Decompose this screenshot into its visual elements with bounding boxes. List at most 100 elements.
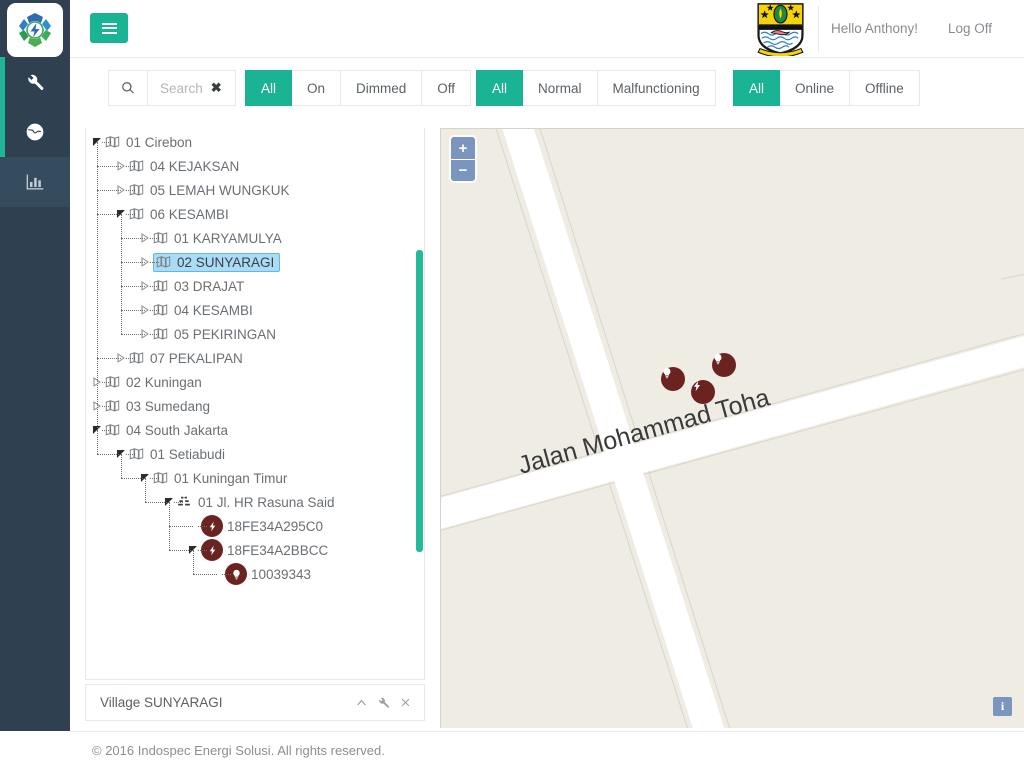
tree-connector: [150, 334, 159, 335]
tree-node-label: 01 Cirebon: [126, 134, 193, 150]
map-zoom-controls: + −: [451, 137, 475, 181]
map-info-button[interactable]: i: [993, 697, 1012, 716]
app-logo[interactable]: [7, 3, 63, 57]
tree-node-content: 01 Setiabudi: [129, 447, 225, 462]
sidebar-item-map[interactable]: [0, 107, 70, 157]
tree-connector: [102, 406, 111, 407]
filter-level-off[interactable]: Off: [422, 70, 472, 106]
tree-node-label: 04 South Jakarta: [126, 422, 229, 438]
filter-conn-all[interactable]: All: [733, 70, 781, 106]
filter-level-on[interactable]: On: [292, 70, 342, 106]
tree-node[interactable]: 03 Sumedang: [86, 394, 424, 418]
log-off-link[interactable]: Log Off: [948, 21, 992, 36]
app-root: Hello Anthony! Log Off Search ✖ All On D…: [0, 0, 1024, 768]
tree-node-label: 01 KARYAMULYA: [174, 230, 282, 246]
filter-conn-online[interactable]: Online: [780, 70, 851, 106]
tree-node[interactable]: 18FE34A295C0: [86, 514, 424, 538]
tree-connector: [121, 334, 145, 335]
lamp-level-filter-group: All On Dimmed Off: [245, 70, 472, 106]
detail-panel-tools: [355, 696, 412, 709]
tree-node[interactable]: 05 LEMAH WUNGKUK: [86, 178, 424, 202]
search-input[interactable]: Search: [160, 81, 203, 96]
chevron-up-icon[interactable]: [355, 696, 368, 709]
tree-connector: [145, 502, 169, 503]
tree-connector: [97, 358, 121, 359]
tree-node-content: 04 KESAMBI: [153, 303, 253, 318]
tree-connector: [121, 310, 145, 311]
tree-scrollbar[interactable]: [416, 250, 423, 552]
globe-icon: [26, 123, 44, 141]
tree-node-label: 04 KEJAKSAN: [150, 158, 240, 174]
tree-connector: [169, 526, 193, 527]
tree-node[interactable]: 04 KEJAKSAN: [86, 154, 424, 178]
tree-connector: [102, 430, 111, 431]
tree-connector: [121, 238, 145, 239]
tree-node[interactable]: 01 Cirebon: [86, 130, 424, 154]
top-header: Hello Anthony! Log Off: [70, 0, 1024, 58]
tree-node-label: 01 Setiabudi: [150, 446, 226, 462]
tree-connector: [150, 478, 159, 479]
filter-health-all[interactable]: All: [476, 70, 524, 106]
page-footer: © 2016 Indospec Energi Solusi. All right…: [70, 731, 1024, 768]
search-button[interactable]: [108, 70, 148, 106]
filter-level-dimmed[interactable]: Dimmed: [341, 70, 423, 106]
filter-health-normal[interactable]: Normal: [523, 70, 598, 106]
tree-node[interactable]: 10039343: [86, 562, 424, 586]
map-canvas: Jalan Mohammad Toha: [441, 129, 1024, 728]
close-icon[interactable]: [399, 696, 412, 709]
left-nav-rail: [0, 0, 70, 731]
tree-connector: [102, 142, 111, 143]
tree-node-content: 05 LEMAH WUNGKUK: [129, 183, 290, 198]
tree-node-content: 07 PEKALIPAN: [129, 351, 243, 366]
tree-node-label: 05 PEKIRINGAN: [174, 326, 277, 342]
tree-connector: [169, 550, 193, 551]
tree-connector: [126, 190, 135, 191]
lamp-device-icon: [663, 368, 671, 379]
tree-connector: [145, 478, 146, 502]
tree-node-content: 01 Cirebon: [105, 135, 192, 150]
wrench-icon[interactable]: [377, 696, 390, 709]
menu-toggle-button[interactable]: [90, 13, 128, 43]
tree-node-label: 10039343: [251, 566, 312, 582]
tree-node-label: 07 PEKALIPAN: [150, 350, 243, 366]
lamp-marker-2[interactable]: [712, 353, 736, 377]
filter-level-all[interactable]: All: [245, 70, 293, 106]
tree-connector: [174, 502, 183, 503]
tree-node-content: 05 PEKIRINGAN: [153, 327, 276, 342]
tree-connector: [126, 166, 135, 167]
search-input-wrapper[interactable]: Search ✖: [148, 70, 236, 106]
bolt-marker-1[interactable]: [691, 380, 715, 404]
tree-node-content: 04 KEJAKSAN: [129, 159, 239, 174]
tree-connector: [97, 190, 121, 191]
city-coat-of-arms-icon: [757, 3, 804, 56]
search-clear-icon[interactable]: ✖: [211, 80, 222, 96]
zoom-in-button[interactable]: +: [451, 137, 475, 159]
tree-node-label: 03 DRAJAT: [174, 278, 245, 294]
tree-connector: [150, 310, 159, 311]
tree-node[interactable]: 07 PEKALIPAN: [86, 346, 424, 370]
tree-node[interactable]: 18FE34A2BBCC: [86, 538, 424, 562]
map-view[interactable]: Jalan Mohammad Toha + − i: [440, 128, 1024, 728]
tree-node[interactable]: 04 South Jakarta: [86, 418, 424, 442]
tree-node-content: 06 KESAMBI: [129, 207, 229, 222]
tree-node[interactable]: 01 Jl. HR Rasuna Said: [86, 490, 424, 514]
tree-connector: [150, 286, 159, 287]
tree-node[interactable]: 02 Kuningan: [86, 370, 424, 394]
copyright-text: © 2016 Indospec Energi Solusi. All right…: [92, 743, 385, 758]
sidebar-item-tools[interactable]: [0, 57, 70, 107]
tree-node-label: 06 KESAMBI: [150, 206, 229, 222]
tree-node-label: 02 Kuningan: [126, 374, 202, 390]
tree-connector: [97, 142, 98, 430]
sidebar-item-reports[interactable]: [0, 157, 70, 207]
filter-health-malfunctioning[interactable]: Malfunctioning: [597, 70, 716, 106]
tree-node[interactable]: 06 KESAMBI: [86, 202, 424, 226]
tree-node-label: 01 Kuningan Timur: [174, 470, 288, 486]
lamp-marker-1[interactable]: [661, 367, 685, 391]
lamp-device-icon: [714, 354, 722, 365]
filter-conn-offline[interactable]: Offline: [850, 70, 920, 106]
tree-node[interactable]: 01 Setiabudi: [86, 442, 424, 466]
zoom-out-button[interactable]: −: [451, 159, 475, 181]
tree-node-content: 02 Kuningan: [105, 375, 202, 390]
tree-connector: [126, 358, 135, 359]
tree-node-label: 05 LEMAH WUNGKUK: [150, 182, 290, 198]
